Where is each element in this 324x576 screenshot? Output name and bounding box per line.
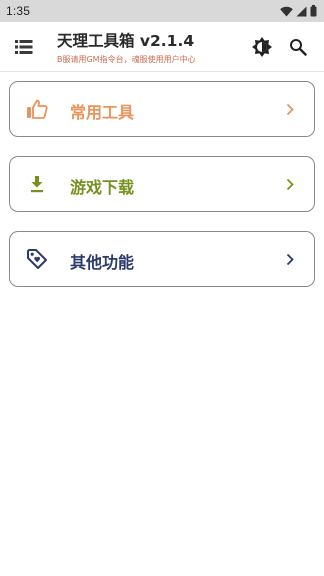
wifi-icon [280, 2, 293, 21]
brightness-theme-icon[interactable] [251, 36, 273, 58]
download-icon [26, 173, 48, 195]
status-icons [280, 2, 317, 21]
card-common-tools[interactable]: 常用工具 [9, 81, 315, 137]
status-bar: 1:35 [0, 0, 324, 22]
app-subtitle: B服请用GM指令台，魂服使用用户中心 [57, 55, 196, 64]
card-label: 常用工具 [70, 103, 135, 122]
menu-list-icon[interactable] [13, 36, 35, 58]
card-other-features[interactable]: 其他功能 [9, 231, 315, 287]
thumbs-up-icon [26, 98, 48, 120]
card-label: 其他功能 [70, 253, 135, 272]
status-time: 1:35 [6, 4, 31, 18]
signal-icon [296, 2, 307, 21]
card-game-download[interactable]: 游戏下载 [9, 156, 315, 212]
chevron-right-icon [284, 176, 296, 192]
chevron-right-icon [284, 251, 296, 267]
app-bar: 天理工具箱 v2.1.4 B服请用GM指令台，魂服使用用户中心 [0, 22, 324, 72]
card-label: 游戏下载 [70, 178, 135, 197]
battery-icon [310, 2, 317, 21]
title-block: 天理工具箱 v2.1.4 B服请用GM指令台，魂服使用用户中心 [57, 29, 196, 65]
search-icon[interactable] [287, 36, 309, 58]
tag-icon [26, 248, 48, 270]
chevron-right-icon [284, 101, 296, 117]
app-title: 天理工具箱 v2.1.4 [57, 32, 195, 50]
